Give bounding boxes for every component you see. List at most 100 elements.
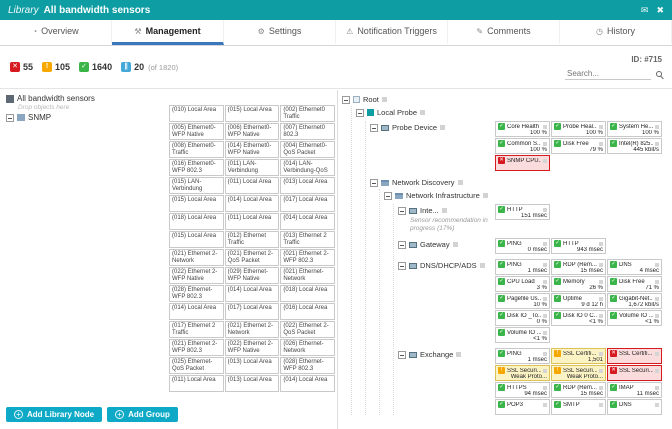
tab[interactable]: ◔ Overview <box>0 20 112 45</box>
sensor-menu-icon[interactable] <box>543 330 547 335</box>
sensor-box[interactable]: ✓ RDP (Rem... 15 msec <box>551 382 606 398</box>
sensor-menu-icon[interactable] <box>543 313 547 318</box>
node-menu-icon[interactable] <box>441 208 447 213</box>
library-grid-item[interactable]: (018) Local Area <box>169 213 224 230</box>
node-menu-icon[interactable] <box>452 242 458 247</box>
library-grid-item[interactable]: (028) Ethernet-WFP 802.3 <box>280 357 335 374</box>
sensor-box[interactable]: ✓ SMTP <box>551 399 606 415</box>
library-grid-item[interactable]: (021) Ethernet 2-Network <box>224 321 280 338</box>
collapse-icon[interactable] <box>384 191 392 200</box>
sensor-box[interactable]: ✓ DNS 4 msec <box>607 259 662 275</box>
sensor-box[interactable]: ✓ Intel(R) 825... 445 kbit/s <box>607 138 662 154</box>
sensor-box[interactable]: ✕ SNMP CPU... <box>495 155 550 171</box>
collapse-icon[interactable] <box>342 95 350 104</box>
sensor-menu-icon[interactable] <box>543 141 547 146</box>
sensor-menu-icon[interactable] <box>543 279 547 284</box>
library-grid-item[interactable]: (021) Ethernet 2-QoS Packet <box>224 249 280 266</box>
library-grid-item[interactable]: (011) Local Area <box>224 177 280 194</box>
node-menu-icon[interactable] <box>420 110 426 115</box>
library-grid-item[interactable]: (005) Ethernet0-WFP Native <box>169 123 224 140</box>
search-input[interactable] <box>565 67 651 80</box>
library-grid-item[interactable]: (021) Ethernet 2-Network <box>169 249 224 266</box>
library-grid-item[interactable]: (017) Local Area <box>280 195 335 212</box>
library-grid-item[interactable]: (010) Local Area <box>169 105 224 122</box>
library-grid-item[interactable]: (015) Local Area <box>169 195 224 212</box>
sensor-box[interactable]: ✓ System He... 100 % <box>607 121 662 137</box>
sensor-box[interactable]: ✓ Disk IO _To... 0 % <box>495 310 550 326</box>
node-menu-icon[interactable] <box>482 193 488 198</box>
sensor-menu-icon[interactable] <box>599 262 603 267</box>
sensor-box[interactable]: ✓ Memory 26 % <box>551 276 606 292</box>
library-grid-item[interactable]: (015) LAN-Verbindung <box>169 177 224 194</box>
sensor-menu-icon[interactable] <box>599 368 603 373</box>
sensor-box[interactable]: ✓ Probe Heal... 100 % <box>551 121 606 137</box>
sensor-box[interactable]: ! SSL Certifi... 1,501 <box>551 348 606 364</box>
collapse-icon[interactable] <box>370 123 378 132</box>
sensor-box[interactable]: ✓ PING 1 msec <box>495 348 550 364</box>
sensor-count[interactable]: ! 105 <box>42 62 70 72</box>
sensor-menu-icon[interactable] <box>599 279 603 284</box>
library-grid-item[interactable]: (014) LAN-Verbindung-QoS <box>280 159 335 176</box>
sensor-menu-icon[interactable] <box>655 402 659 407</box>
tree-probe-label[interactable]: Local Probe <box>377 108 417 117</box>
library-grid-item[interactable]: (015) Local Area <box>169 231 224 248</box>
library-grid-item[interactable]: (026) Ethernet-Network <box>280 339 335 356</box>
sensor-box[interactable]: ! SSL Securi... Weak Proto... <box>495 365 550 381</box>
device-label[interactable]: Probe Device <box>392 123 437 132</box>
sensor-count[interactable]: ✓ 1640 <box>79 62 112 72</box>
add-button[interactable]: + Add Library Node <box>6 407 103 422</box>
sensor-box[interactable]: ✓ HTTP 151 msec <box>495 204 550 220</box>
collapse-icon[interactable] <box>6 113 14 122</box>
library-grid-item[interactable]: (021) Ethernet 2-WFP 802.3 <box>280 249 335 266</box>
sensor-box[interactable]: ✓ PING 1 msec <box>495 259 550 275</box>
tab[interactable]: ⚠ Notification Triggers <box>336 20 448 45</box>
sensor-box[interactable]: ! SSL Securi... Weak Proto... <box>551 365 606 381</box>
library-grid-item[interactable]: (014) Ethernet0-WFP Native <box>224 141 280 158</box>
collapse-icon[interactable] <box>398 240 406 249</box>
library-grid-item[interactable]: (007) Ethernet0 802.3 <box>280 123 335 140</box>
library-grid-item[interactable]: (014) Local Area <box>224 285 280 302</box>
collapse-icon[interactable] <box>370 178 378 187</box>
collapse-icon[interactable] <box>398 206 406 215</box>
library-root-label[interactable]: All bandwidth sensors <box>17 94 95 103</box>
sensor-box[interactable]: ✓ Disk Free 79 % <box>551 138 606 154</box>
library-grid-item[interactable]: (013) Local Area <box>224 375 280 392</box>
sensor-menu-icon[interactable] <box>655 296 659 301</box>
sensor-box[interactable]: ✕ SSL Securi... <box>607 365 662 381</box>
sensor-box[interactable]: ✓ Gigabit-Net... 1,672 kbit/s <box>607 293 662 309</box>
logout-icon[interactable]: ✖ <box>656 5 664 16</box>
search-icon[interactable] <box>656 70 662 77</box>
library-grid-item[interactable]: (006) Ethernet0-WFP Native <box>224 123 280 140</box>
device-label[interactable]: Exchange <box>420 350 453 359</box>
library-grid-item[interactable]: (028) Ethernet-WFP 802.3 <box>169 285 224 302</box>
library-grid-item[interactable]: (021) Ethernet 2-WFP 802.3 <box>169 339 224 356</box>
sensor-menu-icon[interactable] <box>599 124 603 129</box>
tab[interactable]: ⚒ Management <box>112 20 224 45</box>
node-menu-icon[interactable] <box>479 263 485 268</box>
library-grid-item[interactable]: (014) Local Area <box>169 303 224 320</box>
sensor-menu-icon[interactable] <box>655 351 659 356</box>
device-label[interactable]: Inte... <box>420 206 439 215</box>
sensor-menu-icon[interactable] <box>599 402 603 407</box>
library-grid-item[interactable]: (017) Ethernet 2 Traffic <box>169 321 224 338</box>
sensor-menu-icon[interactable] <box>655 313 659 318</box>
library-grid-item[interactable]: (012) Ethernet Traffic <box>224 231 280 248</box>
sensor-box[interactable]: ✓ HTTPS 94 msec <box>495 382 550 398</box>
node-menu-icon[interactable] <box>456 352 462 357</box>
collapse-icon[interactable] <box>398 350 406 359</box>
library-grid-item[interactable]: (014) Local Area <box>280 375 335 392</box>
sensor-menu-icon[interactable] <box>599 241 603 246</box>
sensor-menu-icon[interactable] <box>599 385 603 390</box>
library-grid-item[interactable]: (011) Local Area <box>224 213 280 230</box>
sensor-menu-icon[interactable] <box>655 368 659 373</box>
sensor-menu-icon[interactable] <box>655 124 659 129</box>
collapse-icon[interactable] <box>356 108 364 117</box>
device-label[interactable]: Gateway <box>420 240 450 249</box>
sensor-box[interactable]: ✓ Common S... 100 % <box>495 138 550 154</box>
sensor-menu-icon[interactable] <box>599 313 603 318</box>
sensor-menu-icon[interactable] <box>655 141 659 146</box>
collapse-icon[interactable] <box>398 261 406 270</box>
sensor-box[interactable]: ✓ HTTP 943 msec <box>551 238 606 254</box>
library-grid-item[interactable]: (021) Ethernet-Network <box>280 267 335 284</box>
library-grid-item[interactable]: (015) Local Area <box>224 105 280 122</box>
